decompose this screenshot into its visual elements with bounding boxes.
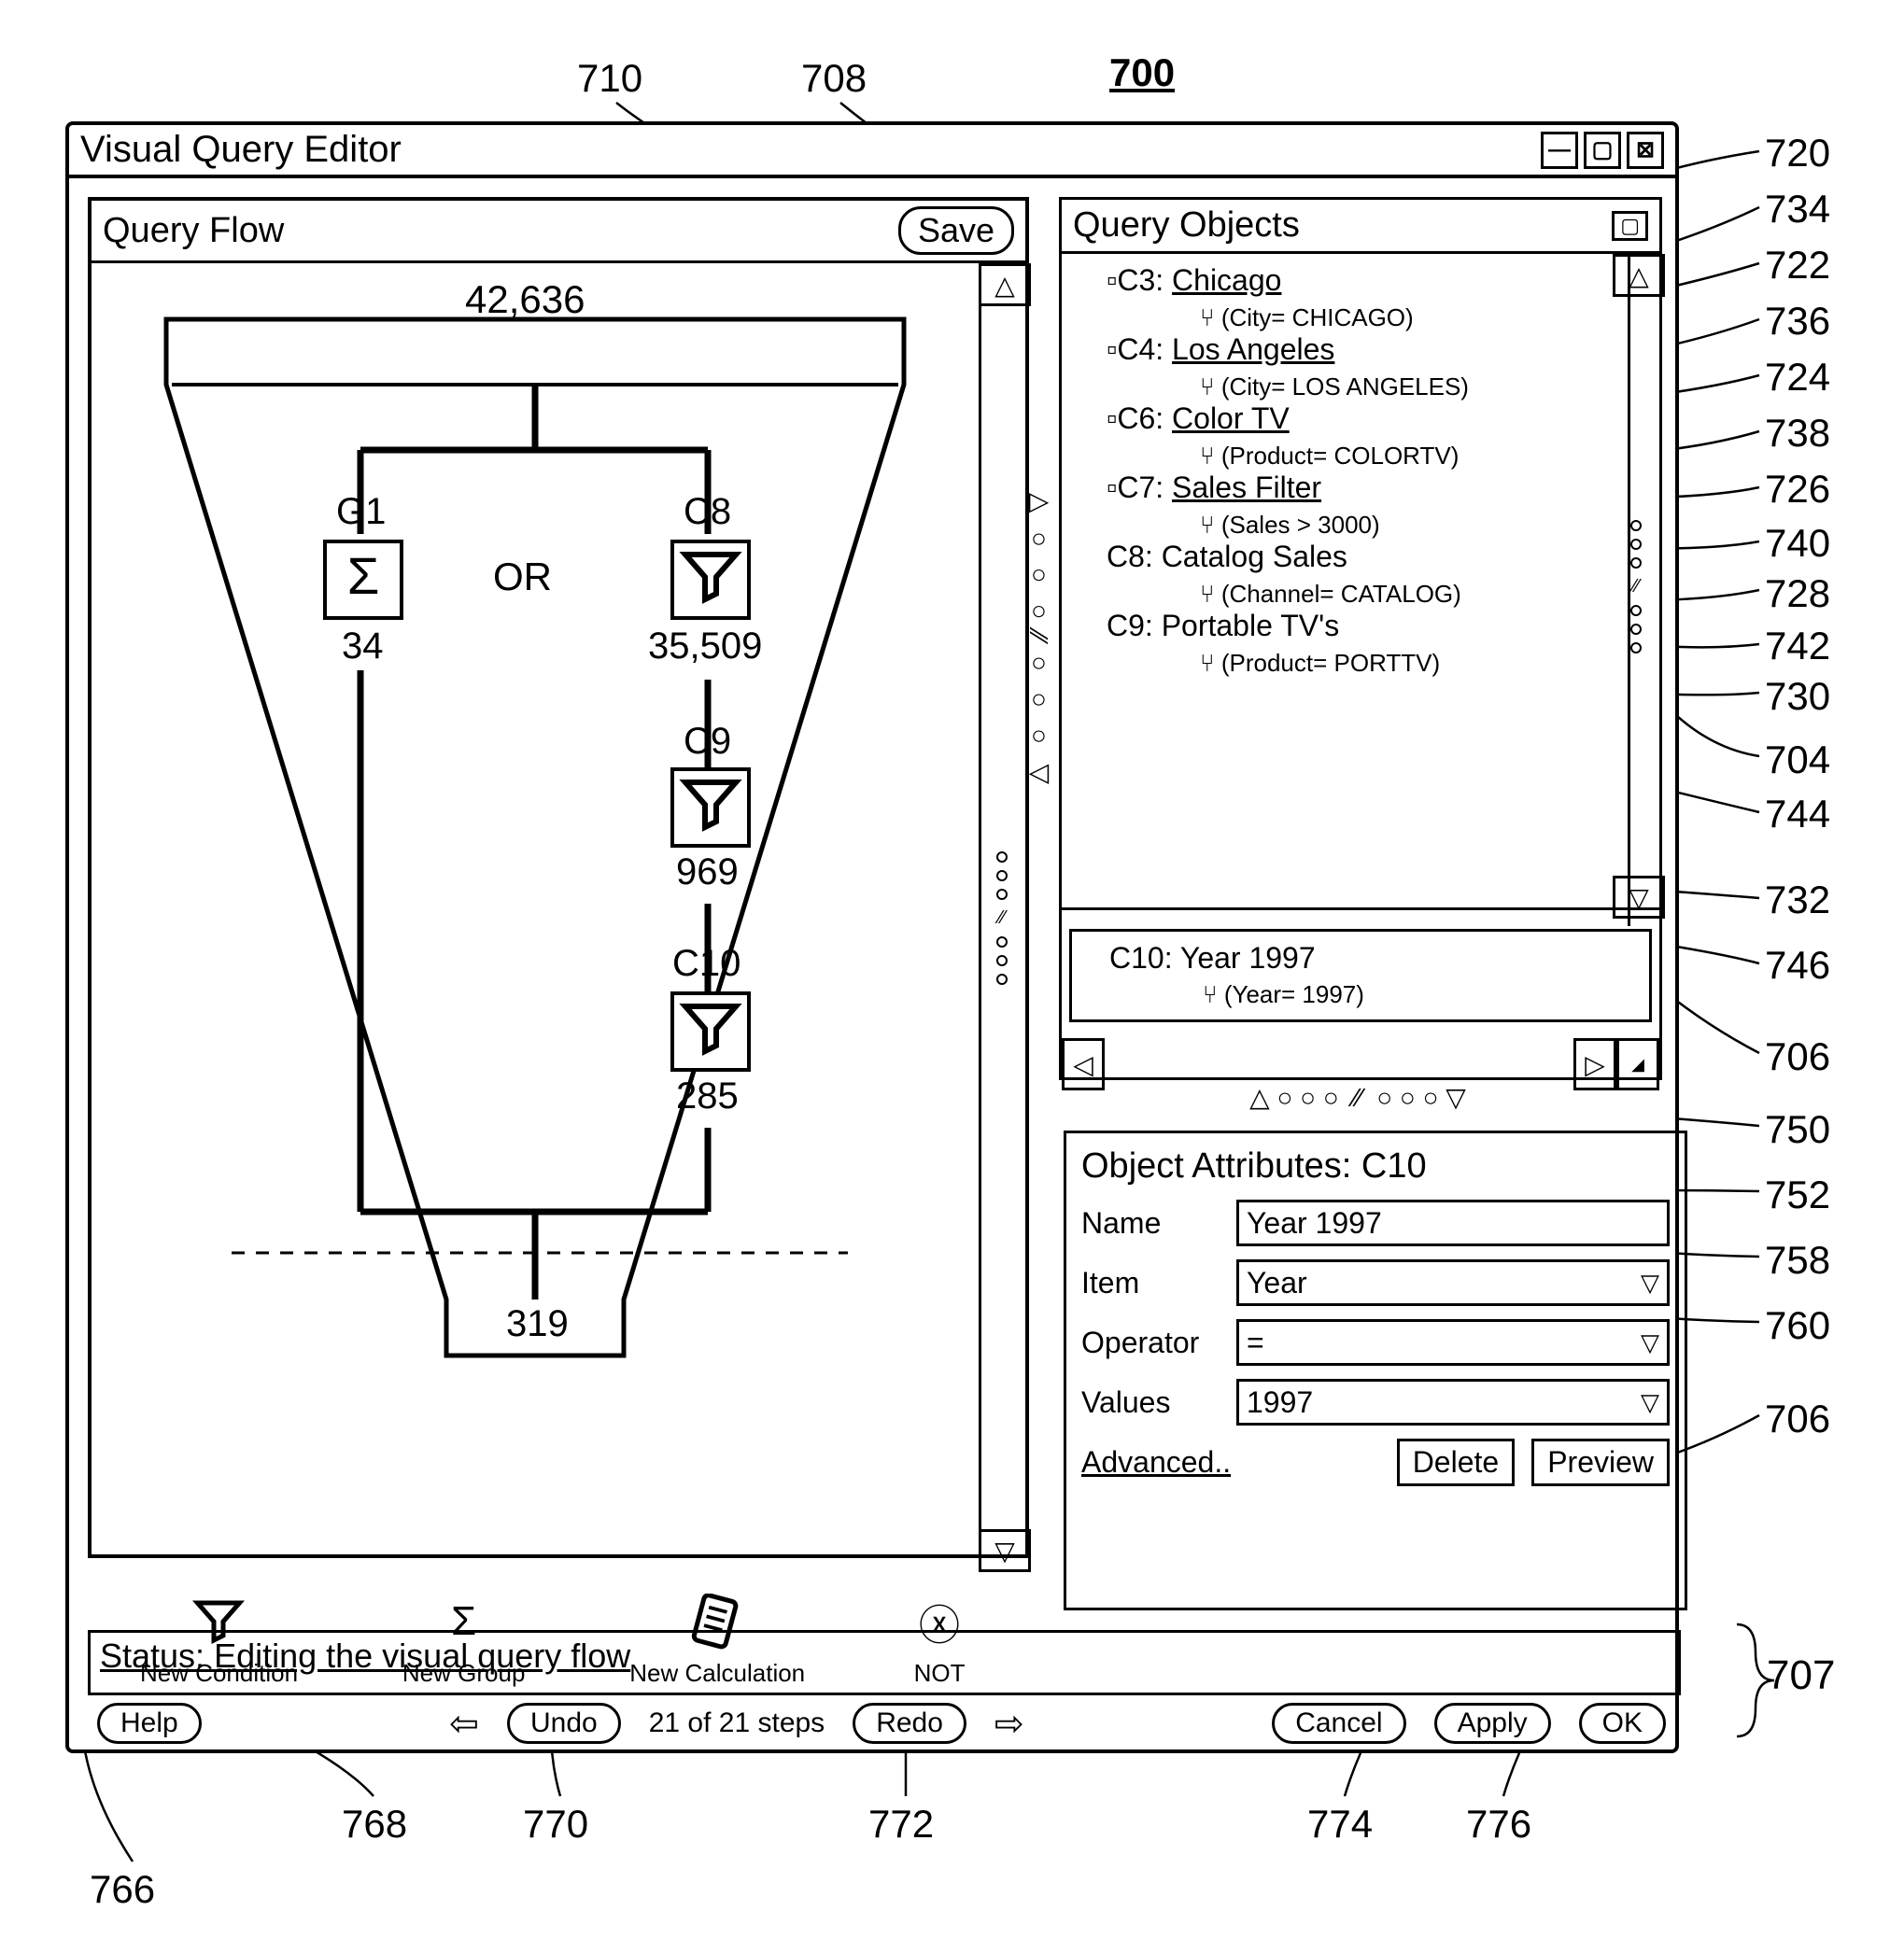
query-objects-panel: Query Objects ▢ ▫C3: Chicago ⑂ (City= CH…: [1059, 197, 1662, 1080]
or-label: OR: [493, 555, 552, 599]
titlebar: Visual Query Editor — ▢ ⊠: [69, 125, 1675, 178]
scroll-down-icon[interactable]: ▽: [1613, 876, 1665, 919]
name-field[interactable]: Year 1997: [1236, 1200, 1670, 1246]
query-flow-panel: Query Flow Save: [88, 197, 1029, 1558]
help-button[interactable]: Help: [97, 1703, 202, 1744]
query-objects-title: Query Objects: [1073, 205, 1300, 246]
operator-dropdown[interactable]: =▽: [1236, 1319, 1670, 1366]
flow-canvas[interactable]: 42,636 G1 Σ 34 OR C8 35,509: [92, 263, 981, 1561]
operator-label: Operator: [1081, 1326, 1221, 1360]
cancel-button[interactable]: Cancel: [1272, 1703, 1405, 1744]
c9-count: 969: [676, 851, 739, 893]
g1-label: G1: [336, 491, 386, 533]
splitter[interactable]: △ ○ ○ ○ ⁄⁄ ○ ○ ○ ▽: [1059, 1082, 1657, 1123]
close-icon[interactable]: ⊠: [1627, 132, 1664, 169]
query-flow-title: Query Flow: [103, 211, 284, 251]
list-item: ▫C7: Sales Filter: [1069, 471, 1620, 505]
preview-button[interactable]: Preview: [1531, 1439, 1670, 1486]
values-label: Values: [1081, 1385, 1221, 1420]
status-text: Status: Editing the visual query flow: [100, 1637, 630, 1675]
flow-vscroll[interactable]: △ ⁄⁄ ▽: [979, 263, 1025, 1561]
scroll-down-icon[interactable]: ▽: [979, 1529, 1031, 1572]
footer: Help ⇦ Undo 21 of 21 steps Redo ⇨ Cancel…: [88, 1691, 1675, 1756]
ok-button[interactable]: OK: [1579, 1703, 1666, 1744]
query-objects-list[interactable]: ▫C3: Chicago ⑂ (City= CHICAGO) ▫C4: Los …: [1062, 254, 1630, 926]
name-label: Name: [1081, 1206, 1221, 1241]
minimize-icon[interactable]: —: [1541, 132, 1578, 169]
list-item: ▫C6: Color TV: [1069, 401, 1620, 436]
advanced-link[interactable]: Advanced..: [1081, 1445, 1231, 1480]
redo-button[interactable]: Redo: [853, 1703, 966, 1744]
list-item: ▫C3: Chicago: [1069, 263, 1620, 298]
objects-vscroll[interactable]: △ ⁄⁄ ▽: [1613, 254, 1659, 907]
status-bar: Status: Editing the visual query flow: [88, 1630, 1681, 1695]
scroll-up-icon[interactable]: △: [1613, 254, 1665, 297]
c8-node[interactable]: [670, 540, 751, 620]
selected-object[interactable]: C10: Year 1997 ⑂ (Year= 1997): [1069, 929, 1652, 1022]
c9-node[interactable]: [670, 767, 751, 848]
values-dropdown[interactable]: 1997▽: [1236, 1379, 1670, 1426]
g1-node[interactable]: Σ: [323, 540, 403, 620]
chevron-down-icon: ▽: [1641, 1388, 1659, 1417]
save-button[interactable]: Save: [898, 206, 1014, 255]
objects-hscroll[interactable]: ◁ ▷ ◢: [1062, 1041, 1659, 1088]
bottom-count: 319: [506, 1303, 569, 1345]
arrow-left-icon[interactable]: ⇦: [449, 1703, 479, 1745]
delete-button[interactable]: Delete: [1397, 1439, 1516, 1486]
c10-node[interactable]: [670, 991, 751, 1072]
g1-count: 34: [342, 625, 384, 667]
list-item: C8: Catalog Sales: [1069, 540, 1620, 574]
undo-button[interactable]: Undo: [507, 1703, 621, 1744]
chevron-down-icon: ▽: [1641, 1328, 1659, 1357]
step-text: 21 of 21 steps: [649, 1707, 825, 1739]
c10-count: 285: [676, 1075, 739, 1117]
object-attributes-panel: Object Attributes: C10 Name Year 1997 It…: [1064, 1131, 1687, 1610]
c8-count: 35,509: [648, 625, 762, 667]
maximize-icon[interactable]: ▢: [1584, 132, 1621, 169]
c10-label: C10: [672, 943, 740, 985]
c9-label: C9: [684, 721, 731, 763]
attributes-title: Object Attributes: C10: [1081, 1146, 1670, 1187]
top-count: 42,636: [465, 277, 585, 322]
list-item: C9: Portable TV's: [1069, 609, 1620, 643]
item-dropdown[interactable]: Year▽: [1236, 1259, 1670, 1306]
list-item: ▫C4: Los Angeles: [1069, 332, 1620, 367]
panel-close-icon[interactable]: ▢: [1612, 211, 1648, 241]
window-title: Visual Query Editor: [80, 129, 402, 171]
app-window: Visual Query Editor — ▢ ⊠ Query Flow Sav…: [65, 121, 1679, 1753]
apply-button[interactable]: Apply: [1434, 1703, 1551, 1744]
vsplitter[interactable]: ▷ ○ ○ ○ ⁄⁄ ○ ○ ○ ◁: [1023, 485, 1054, 788]
chevron-down-icon: ▽: [1641, 1269, 1659, 1298]
arrow-right-icon[interactable]: ⇨: [994, 1703, 1024, 1745]
c8-label: C8: [684, 491, 731, 533]
scroll-up-icon[interactable]: △: [979, 263, 1031, 306]
item-label: Item: [1081, 1266, 1221, 1300]
